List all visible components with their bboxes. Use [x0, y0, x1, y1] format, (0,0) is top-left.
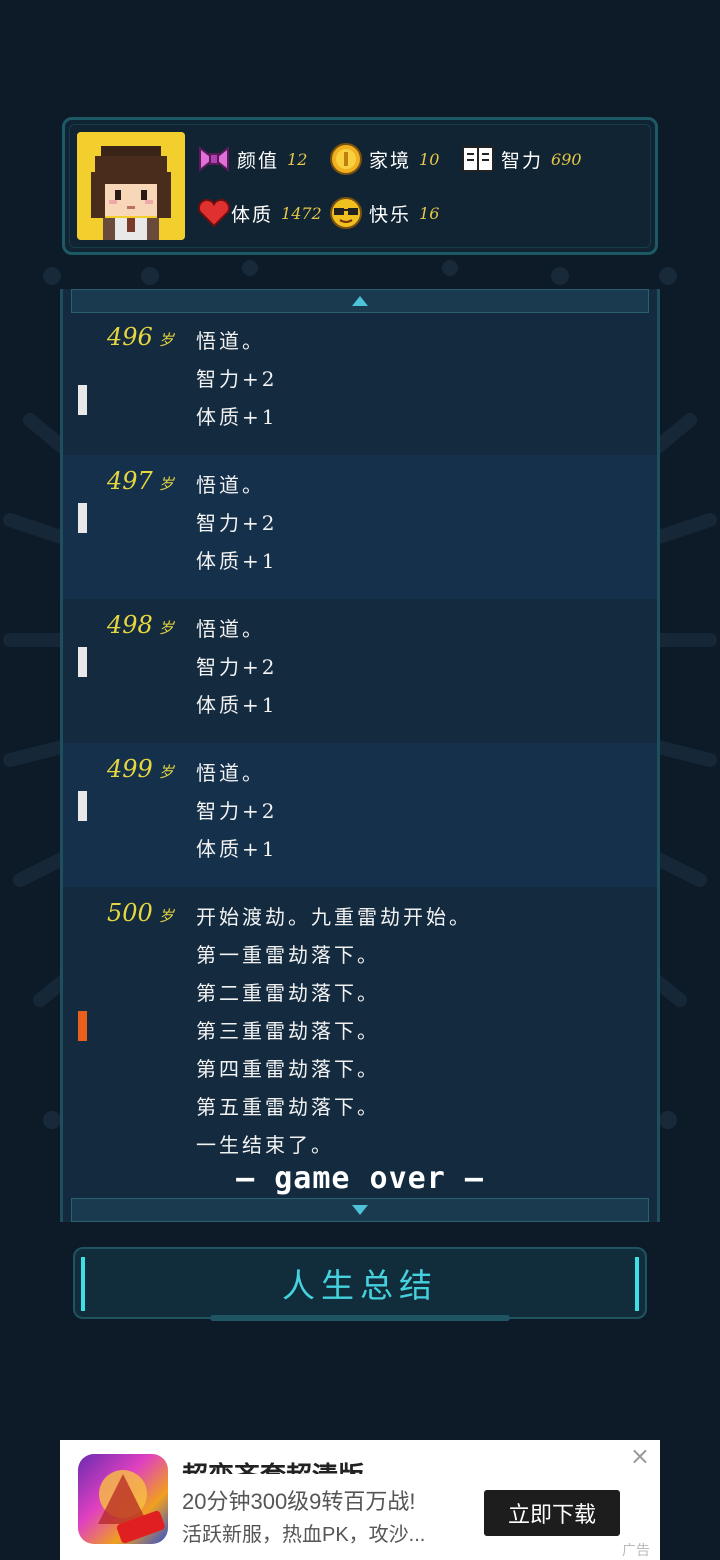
stat-label: 智力 — [501, 149, 544, 172]
event-line: 一生结束了。 — [196, 1133, 334, 1157]
stat-label: 家境 — [369, 149, 412, 172]
entry-marker — [78, 647, 87, 677]
log-entry: 499 岁 悟道。 智力+2 体质+1 — [63, 743, 657, 887]
stat-appearance: 颜值 12 — [197, 142, 307, 176]
ad-line-1: 20分钟300级9转百万战! — [182, 1489, 416, 1514]
life-log[interactable]: 496 岁 悟道。 智力+2 体质+1 497 岁 悟道。 智力+2 体质+1 49… — [60, 289, 660, 1222]
entry-marker — [78, 503, 87, 533]
age-label: 497 岁 — [107, 467, 174, 495]
event-line: 悟道。 — [196, 761, 265, 785]
chevron-down-icon — [352, 1205, 368, 1215]
life-summary-button[interactable]: 人生总结 — [73, 1247, 647, 1319]
ad-title: 超变齐套超清版 — [182, 1450, 364, 1474]
event-line: 智力+2 — [196, 511, 278, 535]
event-line: 体质+1 — [196, 549, 278, 573]
event-line: 体质+1 — [196, 405, 278, 429]
event-line: 悟道。 — [196, 473, 265, 497]
button-underline — [210, 1315, 510, 1321]
age-label: 498 岁 — [107, 611, 174, 639]
event-line: 智力+2 — [196, 799, 278, 823]
age-label: 496 岁 — [107, 323, 174, 351]
button-accent-left — [81, 1257, 85, 1311]
log-entry: 497 岁 悟道。 智力+2 体质+1 — [63, 455, 657, 599]
scroll-up-button[interactable] — [71, 289, 649, 313]
event-line: 第五重雷劫落下。 — [196, 1095, 380, 1119]
game-over-text: — game over — — [236, 1161, 484, 1196]
stat-value: 10 — [419, 149, 440, 169]
stat-family: 家境 10 — [329, 142, 439, 176]
heart-icon — [197, 196, 231, 230]
log-entry: 496 岁 悟道。 智力+2 体质+1 — [63, 315, 657, 455]
event-line: 悟道。 — [196, 329, 265, 353]
ad-banner[interactable]: 超变齐套超清版 20分钟300级9转百万战! 活跃新服，热血PK，攻沙... 立… — [60, 1440, 660, 1560]
bow-icon — [197, 142, 231, 176]
summary-button-label: 人生总结 — [282, 1266, 438, 1305]
event-line: 第三重雷劫落下。 — [196, 1019, 380, 1043]
sunglasses-icon — [329, 196, 363, 230]
stat-intelligence: 智力 690 — [461, 142, 582, 176]
stat-label: 快乐 — [369, 203, 412, 226]
stat-value: 12 — [287, 149, 308, 169]
event-line: 开始渡劫。九重雷劫开始。 — [196, 905, 472, 929]
entry-marker — [78, 1011, 87, 1041]
stat-value: 1472 — [281, 203, 322, 223]
event-line: 悟道。 — [196, 617, 265, 641]
avatar — [77, 132, 185, 240]
event-line: 体质+1 — [196, 693, 278, 717]
event-line: 体质+1 — [196, 837, 278, 861]
ad-line-2: 活跃新服，热血PK，攻沙... — [182, 1524, 426, 1546]
stat-label: 颜值 — [237, 149, 280, 172]
stat-value: 16 — [419, 203, 440, 223]
stat-value: 690 — [551, 149, 582, 169]
log-entry: 498 岁 悟道。 智力+2 体质+1 — [63, 599, 657, 743]
log-entry: 500 岁 开始渡劫。九重雷劫开始。 第一重雷劫落下。 第二重雷劫落下。 第三重雷… — [63, 887, 657, 1197]
stat-label: 体质 — [231, 203, 274, 226]
ad-app-icon[interactable] — [78, 1454, 168, 1544]
stat-physique: 体质 1472 — [197, 196, 322, 230]
event-line: 第一重雷劫落下。 — [196, 943, 380, 967]
entry-marker — [78, 385, 87, 415]
entry-marker — [78, 791, 87, 821]
button-accent-right — [635, 1257, 639, 1311]
chevron-up-icon — [352, 296, 368, 306]
event-line: 智力+2 — [196, 655, 278, 679]
scroll-down-button[interactable] — [71, 1198, 649, 1222]
attribute-panel: 颜值 12 家境 10 智力 690 体质 1472 快乐 16 — [62, 117, 658, 255]
coin-icon — [329, 142, 363, 176]
close-icon[interactable]: × — [630, 1442, 650, 1470]
ad-tag: 广告 — [622, 1542, 650, 1558]
event-line: 第四重雷劫落下。 — [196, 1057, 380, 1081]
age-label: 499 岁 — [107, 755, 174, 783]
event-line: 第二重雷劫落下。 — [196, 981, 380, 1005]
ad-download-button[interactable]: 立即下载 — [484, 1490, 620, 1536]
stat-happiness: 快乐 16 — [329, 196, 439, 230]
book-icon — [461, 142, 495, 176]
event-line: 智力+2 — [196, 367, 278, 391]
age-label: 500 岁 — [107, 899, 174, 927]
